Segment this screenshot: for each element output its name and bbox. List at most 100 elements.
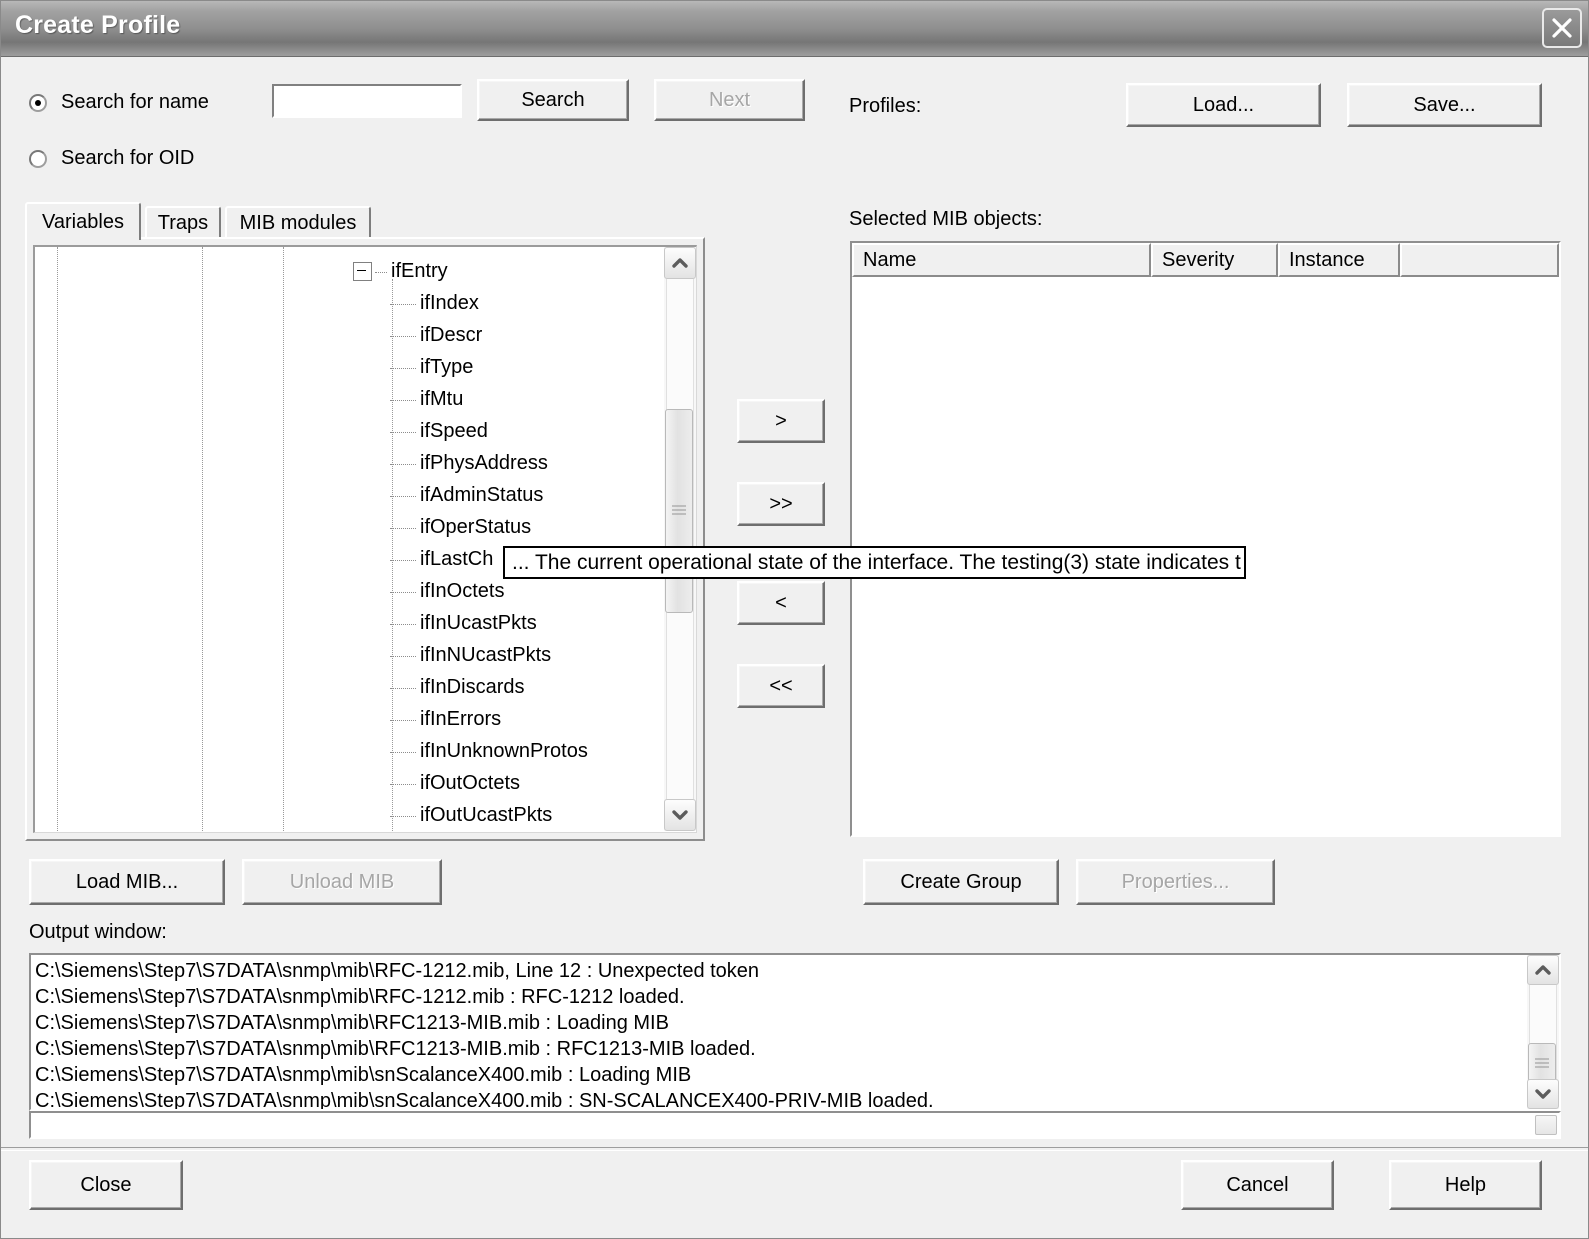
chevron-up-icon[interactable] <box>664 247 696 279</box>
tree-node[interactable]: ifInUcastPkts <box>390 607 537 639</box>
search-button[interactable]: Search <box>477 79 629 121</box>
tree-node[interactable]: ifInUnknownProtos <box>390 735 588 767</box>
output-line: C:\Siemens\Step7\S7DATA\snmp\mib\RFC1213… <box>35 1012 669 1034</box>
tree-node-label: ifInErrors <box>420 707 502 730</box>
move-all-right-button[interactable]: >> <box>737 482 825 526</box>
chevron-down-icon[interactable] <box>1527 1079 1559 1109</box>
create-group-button[interactable]: Create Group <box>863 859 1059 905</box>
tree-node-label: ifOutUcastPkts <box>420 803 553 826</box>
tree-node-root[interactable]: ifEntry <box>353 255 448 287</box>
tree-node[interactable]: ifPhysAddress <box>390 447 548 479</box>
tree-node[interactable]: ifInOctets <box>390 575 504 607</box>
save-profile-button[interactable]: Save... <box>1347 83 1542 127</box>
tree-node-label: ifInUnknownProtos <box>420 739 588 762</box>
tree-dots <box>390 495 416 497</box>
tree-guide-line <box>283 247 285 831</box>
tree-node[interactable]: ifOperStatus <box>390 511 531 543</box>
tree-node-label: ifOutOctets <box>420 771 521 794</box>
tree-dots <box>390 335 416 337</box>
tree-node[interactable]: ifDescr <box>390 319 482 351</box>
load-mib-button[interactable]: Load MIB... <box>29 859 225 905</box>
unload-mib-button[interactable]: Unload MIB <box>242 859 442 905</box>
close-icon[interactable] <box>1542 8 1582 48</box>
tree-scrollbar-thumb[interactable] <box>665 409 693 613</box>
column-header-severity[interactable]: Severity <box>1151 243 1278 277</box>
tree-node[interactable]: ifLastCh <box>390 543 493 575</box>
tree-node-label: ifInOctets <box>420 579 505 602</box>
tree-node[interactable]: ifInNUcastPkts <box>390 639 551 671</box>
load-profile-button[interactable]: Load... <box>1126 83 1321 127</box>
tree-scroll-area: ifEntry ifIndex ifDescr ifType ifMtu ifS… <box>35 247 649 831</box>
column-header-name[interactable]: Name <box>852 243 1151 277</box>
chevron-down-icon[interactable] <box>664 799 696 831</box>
column-header-instance[interactable]: Instance <box>1278 243 1400 277</box>
tree-dots <box>390 751 416 753</box>
variables-tree[interactable]: ifEntry ifIndex ifDescr ifType ifMtu ifS… <box>33 245 697 833</box>
variables-tree-panel: ifEntry ifIndex ifDescr ifType ifMtu ifS… <box>25 237 705 841</box>
tree-node-label: ifLastCh <box>420 547 494 570</box>
tree-dots <box>375 271 387 273</box>
tab-traps[interactable]: Traps <box>145 206 221 238</box>
tree-guide-line <box>202 247 204 831</box>
tree-node[interactable]: ifMtu <box>390 383 463 415</box>
tree-node[interactable]: ifOutUcastPkts <box>390 799 552 831</box>
list-header: Name Severity Instance <box>852 243 1559 277</box>
tree-node-label: ifDescr <box>420 323 483 346</box>
tree-node-label: ifOperStatus <box>420 515 532 538</box>
selected-objects-label: Selected MIB objects: <box>849 208 1043 230</box>
tree-dots <box>390 623 416 625</box>
tree-node-label: ifEntry <box>391 259 448 282</box>
tree-node-label: ifAdminStatus <box>420 483 544 506</box>
chevron-up-icon[interactable] <box>1527 955 1559 985</box>
cancel-button[interactable]: Cancel <box>1181 1160 1334 1210</box>
column-header-blank[interactable] <box>1400 243 1559 277</box>
selected-mib-objects-list[interactable]: Name Severity Instance <box>850 241 1561 837</box>
tab-strip: Variables Traps MIB modules <box>25 202 705 240</box>
tree-node-label: ifMtu <box>420 387 464 410</box>
help-button[interactable]: Help <box>1389 1160 1542 1210</box>
close-glyph <box>1552 18 1572 38</box>
radio-name-indicator[interactable] <box>29 93 47 112</box>
tree-dots <box>390 367 416 369</box>
create-profile-dialog: Create Profile Search for name Search fo… <box>0 0 1589 1239</box>
tree-dots <box>390 815 416 817</box>
tree-node[interactable]: ifType <box>390 351 473 383</box>
chevron-down-glyph <box>1535 1089 1551 1099</box>
radio-search-for-oid[interactable]: Search for OID <box>29 147 194 170</box>
radio-search-for-name[interactable]: Search for name <box>29 91 209 114</box>
output-window[interactable]: C:\Siemens\Step7\S7DATA\snmp\mib\RFC-121… <box>29 953 1561 1111</box>
output-line: C:\Siemens\Step7\S7DATA\snmp\mib\RFC-121… <box>35 986 685 1008</box>
tab-mib-modules[interactable]: MIB modules <box>225 206 371 238</box>
tree-guide-line <box>57 247 59 831</box>
output-hscrollbar-thumb[interactable] <box>1535 1115 1557 1135</box>
tree-node[interactable]: ifInErrors <box>390 703 501 735</box>
chevron-up-glyph <box>1535 965 1551 975</box>
radio-name-label: Search for name <box>61 91 209 113</box>
minus-box-icon[interactable] <box>353 261 372 281</box>
search-input[interactable] <box>272 84 462 118</box>
tab-variables[interactable]: Variables <box>25 202 141 240</box>
tree-node[interactable]: ifOutOctets <box>390 767 520 799</box>
output-horizontal-scrollbar[interactable] <box>29 1111 1561 1139</box>
properties-button[interactable]: Properties... <box>1076 859 1275 905</box>
tree-vertical-scrollbar[interactable] <box>664 247 696 831</box>
move-left-button[interactable]: < <box>737 581 825 625</box>
tree-node[interactable]: ifInDiscards <box>390 671 524 703</box>
tooltip: ... The current operational state of the… <box>503 546 1246 579</box>
output-vertical-scrollbar[interactable] <box>1527 955 1559 1109</box>
tree-node-label: ifInDiscards <box>420 675 525 698</box>
chevron-up-glyph <box>672 258 688 268</box>
move-all-left-button[interactable]: << <box>737 664 825 708</box>
move-right-button[interactable]: > <box>737 399 825 443</box>
tree-node-label: ifIndex <box>420 291 479 314</box>
output-line: C:\Siemens\Step7\S7DATA\snmp\mib\snScala… <box>35 1090 934 1111</box>
next-button[interactable]: Next <box>654 79 805 121</box>
tree-node[interactable]: ifAdminStatus <box>390 479 543 511</box>
tree-dots <box>390 655 416 657</box>
close-button[interactable]: Close <box>29 1160 183 1210</box>
output-window-label: Output window: <box>29 921 167 943</box>
tree-dots <box>390 719 416 721</box>
radio-oid-indicator[interactable] <box>29 149 47 168</box>
tree-node[interactable]: ifIndex <box>390 287 479 319</box>
tree-node[interactable]: ifSpeed <box>390 415 488 447</box>
